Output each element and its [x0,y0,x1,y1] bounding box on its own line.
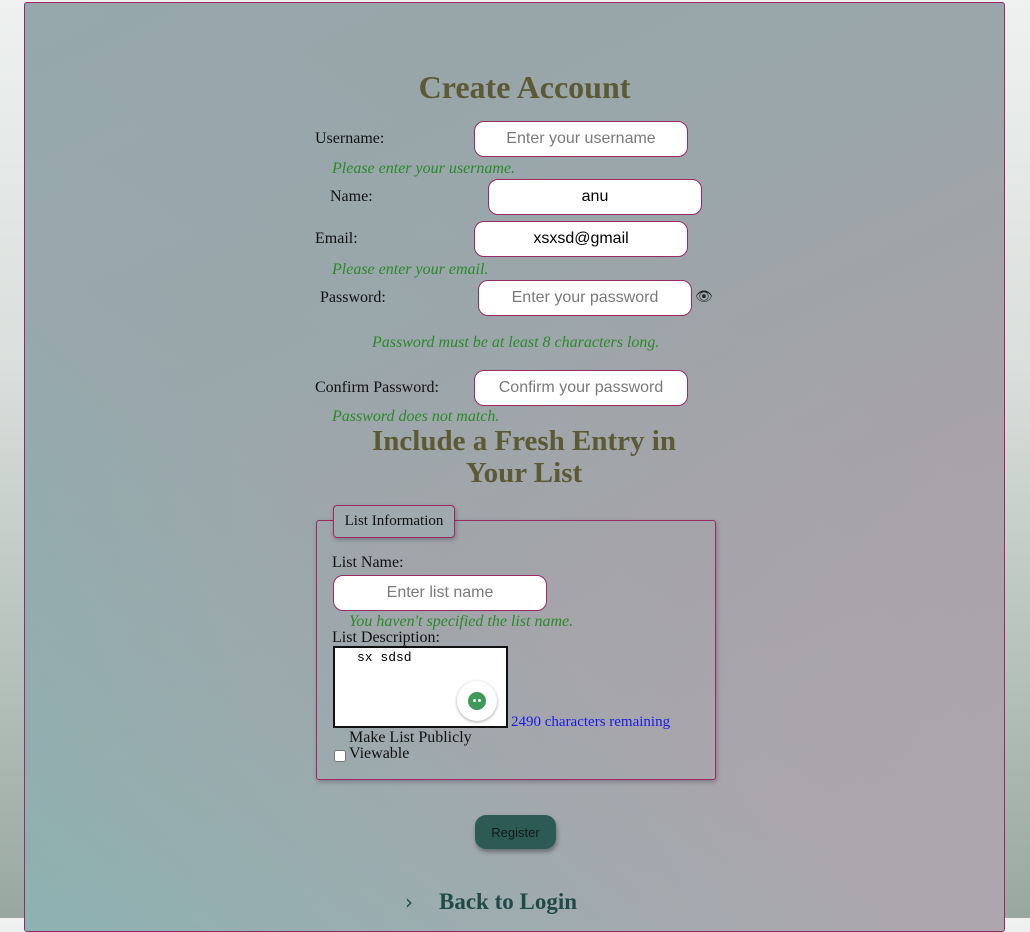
confirm-password-input[interactable] [474,370,688,406]
back-to-login-label: Back to Login [439,889,578,914]
list-name-input[interactable] [333,575,547,611]
characters-remaining: 2490 characters remaining [511,714,671,730]
page-title: Create Account [418,69,631,105]
list-name-label: List Name: [332,554,404,571]
confirm-password-error: Password does not match. [332,408,500,425]
chevron-right-icon: › [405,890,413,914]
register-panel: Create Account Username: Please enter yo… [24,2,1005,932]
username-input[interactable] [474,121,688,157]
username-label: Username: [315,130,385,147]
email-input[interactable] [474,221,688,257]
public-checkbox[interactable] [334,750,346,762]
name-label: Name: [330,188,373,205]
password-input[interactable] [478,280,692,316]
username-error: Please enter your username. [332,160,516,177]
register-button[interactable]: Register [475,815,556,849]
eye-icon[interactable]: 👁 [695,289,713,306]
email-label: Email: [315,230,358,247]
list-description-label: List Description: [332,629,440,646]
password-error: Password must be at least 8 characters l… [372,334,660,351]
grammar-assistant-icon[interactable] [457,681,497,721]
email-error: Please enter your email. [332,261,489,278]
name-input[interactable] [488,179,702,215]
list-title-line2: Your List [465,457,583,489]
confirm-password-label: Confirm Password: [315,379,439,396]
public-checkbox-label-line2: Viewable [349,745,410,762]
list-section-title: Include a Fresh Entry in Your List [305,425,743,489]
back-to-login-link[interactable]: › Back to Login [405,889,577,915]
password-label: Password: [320,289,386,306]
list-title-line1: Include a Fresh Entry in [371,425,676,457]
fieldset-legend: List Information [333,505,455,538]
